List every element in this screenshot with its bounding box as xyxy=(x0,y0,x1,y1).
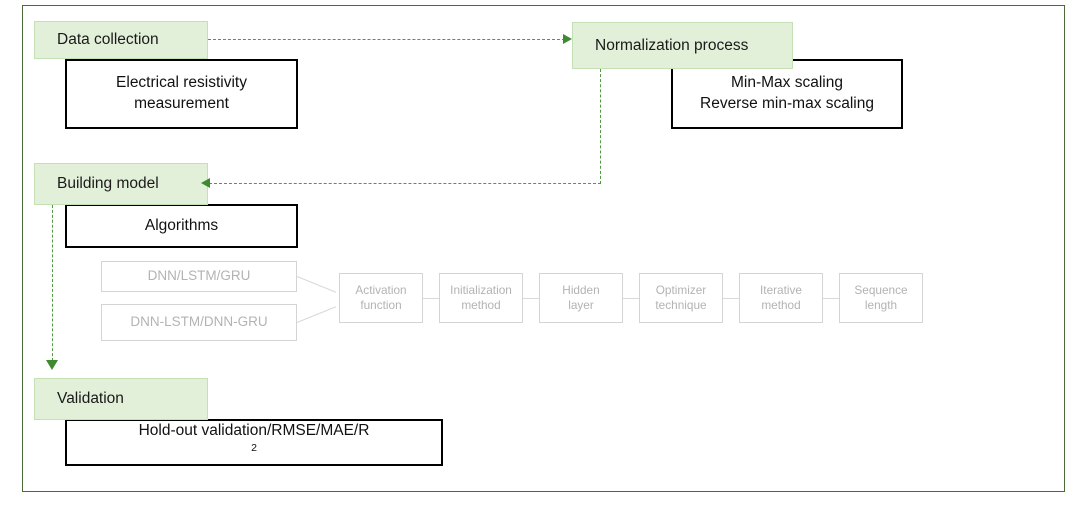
hyperparameter-link-3-4 xyxy=(723,298,739,300)
validation-detail-box: Hold-out validation/RMSE/MAE/R 2 xyxy=(65,419,443,466)
hyperparameter-link-1-2 xyxy=(523,298,539,300)
connector-arrow-building-to-validation xyxy=(46,360,58,370)
hyperparameter-box-3[interactable]: Optimizer technique xyxy=(639,273,723,323)
hyperparameter-link-4-5 xyxy=(823,298,839,300)
data-collection-label: Data collection xyxy=(57,31,159,48)
algorithm-link-1 xyxy=(296,306,337,324)
algorithm-box-0[interactable]: DNN/LSTM/GRU xyxy=(101,261,297,292)
hyperparameter-label-2-line1: Hidden xyxy=(562,283,600,298)
hyperparameter-label-2-line2: layer xyxy=(568,298,594,312)
hyperparameter-label-0-line1: Activation xyxy=(355,283,407,298)
data-collection-detail-line1: Electrical resistivity xyxy=(116,74,247,92)
hyperparameter-label-4-line1: Iterative xyxy=(760,283,802,298)
building-model-label: Building model xyxy=(57,175,159,192)
validation-label: Validation xyxy=(57,390,124,407)
connector-data-to-normalization xyxy=(208,39,565,40)
algorithm-link-0 xyxy=(296,276,337,293)
data-collection-detail-box: Electrical resistivity measurement xyxy=(65,59,298,129)
hyperparameter-box-1[interactable]: Initialization method xyxy=(439,273,523,323)
algorithm-label-1: DNN-LSTM/DNN-GRU xyxy=(130,314,268,330)
hyperparameter-label-1-line2: method xyxy=(461,298,501,312)
validation-detail-superscript: 2 xyxy=(251,442,257,455)
hyperparameter-label-3-line1: Optimizer xyxy=(655,283,707,298)
connector-arrow-normalization-to-building xyxy=(201,178,210,188)
hyperparameter-label-0-line2: function xyxy=(360,298,402,312)
data-collection-detail-line2: measurement xyxy=(134,95,229,112)
building-model-detail-line1: Algorithms xyxy=(144,216,219,234)
stage-header-building-model[interactable]: Building model xyxy=(34,163,208,205)
hyperparameter-label-5-line1: Sequence xyxy=(854,283,908,298)
hyperparameter-label-1-line1: Initialization xyxy=(450,283,512,298)
hyperparameter-box-4[interactable]: Iterative method xyxy=(739,273,823,323)
connector-normalization-down xyxy=(600,69,601,184)
stage-header-validation[interactable]: Validation xyxy=(34,378,208,420)
normalization-detail-line1: Min-Max scaling xyxy=(731,74,843,92)
algorithm-box-1[interactable]: DNN-LSTM/DNN-GRU xyxy=(101,304,297,341)
building-model-detail-box: Algorithms xyxy=(65,204,298,248)
stage-header-data-collection[interactable]: Data collection xyxy=(34,21,208,59)
algorithm-label-0: DNN/LSTM/GRU xyxy=(147,268,251,284)
validation-detail-line1: Hold-out validation/RMSE/MAE/R 2 xyxy=(138,421,370,455)
hyperparameter-label-4-line2: method xyxy=(761,298,801,312)
stage-header-normalization[interactable]: Normalization process xyxy=(572,22,793,69)
hyperparameter-label-5-line2: length xyxy=(864,298,898,312)
figure-frame: Electrical resistivity measurement Data … xyxy=(22,5,1065,492)
normalization-detail-box: Min-Max scaling Reverse min-max scaling xyxy=(671,59,903,129)
hyperparameter-box-2[interactable]: Hidden layer xyxy=(539,273,623,323)
flowchart-canvas: Electrical resistivity measurement Data … xyxy=(0,0,1071,508)
hyperparameter-label-3-line2: technique xyxy=(655,298,707,312)
connector-building-to-validation xyxy=(52,205,53,361)
connector-arrow-data-to-normalization xyxy=(563,34,572,44)
hyperparameter-link-0-1 xyxy=(423,298,439,300)
connector-normalization-to-building xyxy=(209,183,601,184)
normalization-detail-line2: Reverse min-max scaling xyxy=(700,95,874,112)
hyperparameter-link-2-3 xyxy=(623,298,639,300)
hyperparameter-box-5[interactable]: Sequence length xyxy=(839,273,923,323)
hyperparameter-box-0[interactable]: Activation function xyxy=(339,273,423,323)
normalization-label: Normalization process xyxy=(595,36,749,54)
